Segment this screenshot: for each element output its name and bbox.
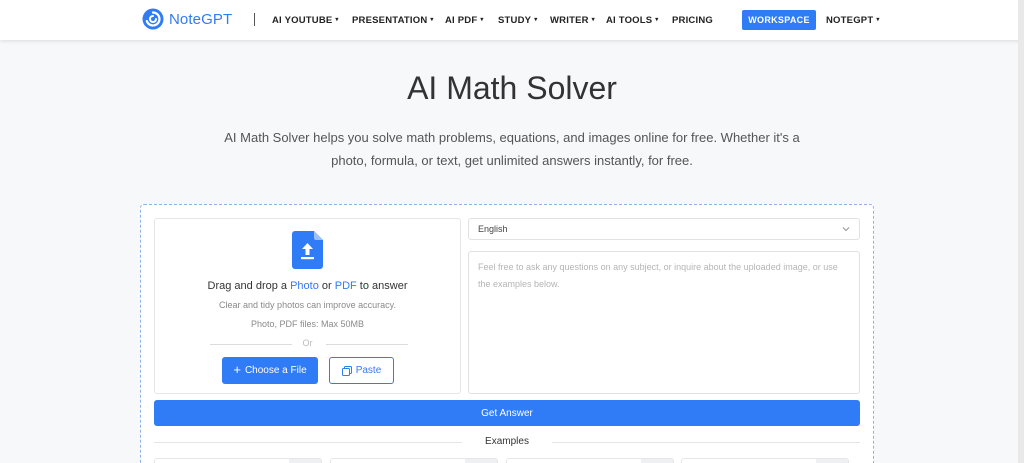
language-value: English	[478, 224, 508, 234]
nav-study[interactable]: STUDY ▾	[498, 0, 537, 40]
page-title: AI Math Solver	[407, 70, 617, 106]
caret-down-icon: ▾	[876, 16, 880, 23]
top-navigation-bar: NoteGPT AI YOUTUBE ▾ PRESENTATION ▾ AI PDF…	[0, 0, 1024, 40]
pdf-link[interactable]: PDF	[335, 280, 357, 292]
brand-name: NoteGPT	[169, 10, 233, 28]
header-divider	[254, 13, 255, 26]
caret-down-icon: ▾	[430, 16, 434, 23]
language-select[interactable]: English	[468, 218, 860, 240]
nav-ai-tools[interactable]: AI TOOLS ▾	[606, 0, 659, 40]
nav-writer[interactable]: WRITER ▾	[550, 0, 595, 40]
example-card[interactable]	[506, 458, 674, 463]
caret-down-icon: ▾	[335, 16, 339, 23]
file-upload-icon	[292, 231, 323, 269]
brand-logo-link[interactable]: NoteGPT	[142, 8, 232, 30]
chevron-down-icon	[842, 227, 850, 232]
or-divider-label: Or	[302, 338, 313, 348]
clipboard-icon	[341, 365, 352, 376]
caret-down-icon: ▾	[534, 16, 538, 23]
nav-ai-youtube[interactable]: AI YOUTUBE ▾	[272, 0, 339, 40]
nav-presentation[interactable]: PRESENTATION ▾	[352, 0, 434, 40]
caret-down-icon: ▾	[655, 16, 659, 23]
notegpt-logo-icon	[142, 8, 164, 30]
page-description: AI Math Solver helps you solve math prob…	[224, 130, 800, 168]
paste-button[interactable]: Paste	[329, 357, 394, 384]
nav-notegpt-account[interactable]: NOTEGPT ▾	[826, 0, 880, 40]
workspace-button[interactable]: WORKSPACE	[742, 10, 816, 30]
accuracy-hint: Clear and tidy photos can improve accura…	[219, 300, 396, 310]
caret-down-icon: ▾	[480, 16, 484, 23]
question-input[interactable]	[468, 251, 860, 394]
choose-file-button[interactable]: + Choose a File	[222, 357, 318, 384]
examples-heading: Examples	[485, 436, 529, 447]
drag-drop-instruction: Drag and drop a Photo or PDF to answer	[207, 280, 408, 292]
example-card[interactable]	[681, 458, 849, 463]
file-size-hint: Photo, PDF files: Max 50MB	[250, 319, 365, 329]
caret-down-icon: ▾	[591, 16, 595, 23]
example-card[interactable]	[154, 458, 322, 463]
nav-ai-pdf[interactable]: AI PDF ▾	[445, 0, 484, 40]
get-answer-button[interactable]: Get Answer	[154, 400, 860, 426]
plus-icon: +	[233, 362, 241, 377]
nav-pricing[interactable]: PRICING	[672, 0, 713, 40]
example-card[interactable]	[330, 458, 498, 463]
photo-link[interactable]: Photo	[290, 280, 319, 292]
